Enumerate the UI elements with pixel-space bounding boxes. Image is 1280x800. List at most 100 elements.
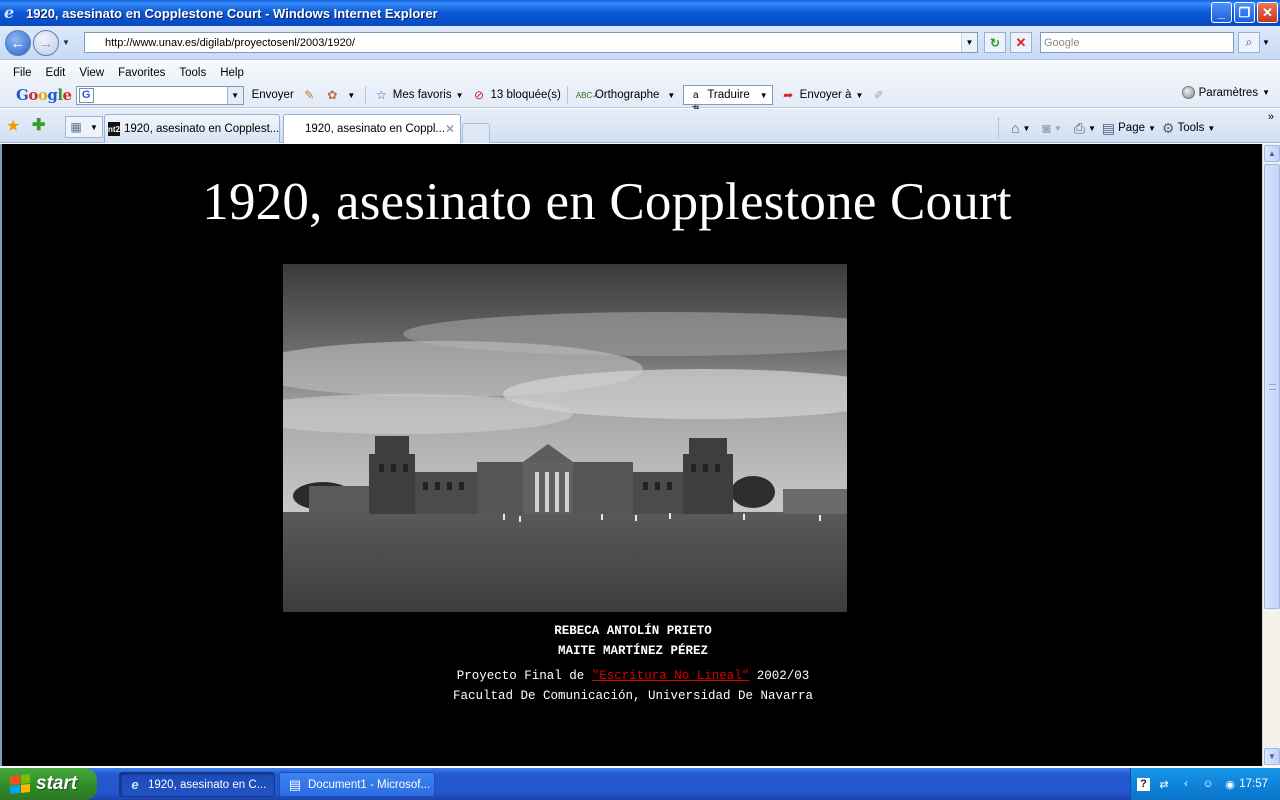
popup-blocker-icon[interactable]: ✿ ▼ <box>325 88 359 103</box>
messenger-icon[interactable]: ☺ <box>1200 776 1216 792</box>
menu-favorites[interactable]: Favorites <box>111 67 172 79</box>
blocked-popups-button[interactable]: ⊘ 13 bloquée(s) <box>472 88 561 103</box>
print-button[interactable]: ⎙ ▼ <box>1074 120 1096 137</box>
spellcheck-button[interactable]: ABC✓ Orthographe ▼ <box>576 88 676 103</box>
toolbars: File Edit View Favorites Tools Help Goog… <box>0 61 1280 116</box>
scroll-down-button[interactable]: ▼ <box>1264 748 1280 765</box>
home-icon: ⌂ <box>1011 120 1020 136</box>
tab-1[interactable]: nt2 1920, asesinato en Copplest... <box>104 114 280 143</box>
windows-flag-icon <box>10 773 30 795</box>
tab-2-label: 1920, asesinato en Coppl... <box>305 123 446 135</box>
scroll-thumb[interactable] <box>1264 164 1280 609</box>
google-search-input[interactable]: G ▼ <box>75 85 244 105</box>
window-controls: _ ❐ ✕ <box>1211 2 1278 23</box>
taskbar: start e 1920, asesinato en C... ▤ Docume… <box>0 768 1280 800</box>
menu-help[interactable]: Help <box>213 67 251 79</box>
title-bar: e 1920, asesinato en Copplestone Court -… <box>0 0 1280 26</box>
home-button[interactable]: ⌂ ▼ <box>1011 120 1030 136</box>
toolbar-separator <box>364 86 366 104</box>
tab-bar: ★ ✚ ▦ ▼ nt2 1920, asesinato en Copplest.… <box>0 109 1280 143</box>
forward-button[interactable]: → <box>33 30 59 56</box>
site-favicon: nt2 <box>108 122 120 136</box>
search-button[interactable]: ⌕ <box>1238 32 1260 53</box>
close-tab-icon[interactable]: ✕ <box>445 122 455 136</box>
refresh-button[interactable]: ↻ <box>984 32 1006 53</box>
search-placeholder: Google <box>1044 36 1080 49</box>
escritura-no-lineal-link[interactable]: "Escritura No Lineal" <box>592 669 750 683</box>
spellcheck-icon: ABC✓ <box>575 90 599 100</box>
page-icon: ▤ <box>1101 119 1116 136</box>
url-text[interactable]: http://www.unav.es/digilab/proyectosenl/… <box>105 37 355 49</box>
window-title: 1920, asesinato en Copplestone Court - W… <box>26 5 438 21</box>
rss-icon: ◙ <box>1042 120 1051 136</box>
quick-tabs-button[interactable]: ▦ ▼ <box>65 116 103 138</box>
taskbar-item-word[interactable]: ▤ Document1 - Microsof... <box>279 772 435 797</box>
tab-2-active[interactable]: 1920, asesinato en Coppl... ✕ <box>283 114 461 143</box>
web-page: 1920, asesinato en Copplestone Court REB… <box>0 144 1280 766</box>
address-bar[interactable]: http://www.unav.es/digilab/proyectosenl/… <box>84 32 978 53</box>
printer-icon: ⎙ <box>1073 119 1085 136</box>
taskbar-item-ie[interactable]: e 1920, asesinato en C... <box>119 772 275 797</box>
command-bar-grip <box>998 118 999 138</box>
pencil-icon[interactable]: ✐ <box>871 88 886 103</box>
add-favorite-icon[interactable]: ✚ <box>32 115 45 135</box>
translate-icon: aあ <box>691 89 701 116</box>
menu-tools[interactable]: Tools <box>172 67 213 79</box>
send-to-button[interactable]: ➦ Envoyer à ▼ <box>781 87 863 103</box>
highlight-icon[interactable]: ✎ <box>302 88 317 103</box>
scroll-up-button[interactable]: ▲ <box>1264 145 1280 162</box>
vertical-scrollbar[interactable]: ▲ ▼ <box>1262 144 1280 766</box>
menu-view[interactable]: View <box>72 67 111 79</box>
search-input[interactable]: Google <box>1040 32 1234 53</box>
network-icon[interactable]: ⇄ <box>1156 776 1172 792</box>
faculty-line: Facultad De Comunicación, Universidad De… <box>452 689 814 703</box>
send-icon: ➦ <box>783 87 794 102</box>
recent-pages-dropdown[interactable]: ▼ <box>62 38 70 47</box>
stop-button[interactable]: ✕ <box>1010 32 1032 53</box>
show-hidden-icons[interactable]: ‹ <box>1178 776 1194 792</box>
word-icon: ▤ <box>288 776 302 792</box>
star-icon: ☆ <box>375 87 387 102</box>
help-icon[interactable]: ? <box>1137 777 1150 791</box>
address-dropdown-icon[interactable]: ▼ <box>961 33 977 52</box>
page-title: 1920, asesinato en Copplestone Court <box>202 173 1012 231</box>
bookmarks-button[interactable]: ☆ Mes favoris ▼ <box>374 88 464 103</box>
security-icon[interactable]: ◉ <box>1222 776 1238 792</box>
tools-menu-button[interactable]: ⚙ Tools ▼ <box>1162 120 1215 137</box>
gear-icon: ⚙ <box>1161 119 1175 136</box>
google-search-dropdown-icon[interactable]: ▼ <box>226 86 243 104</box>
project-line: Proyecto Final de "Escritura No Lineal" … <box>2 669 1264 683</box>
minimize-button[interactable]: _ <box>1211 2 1232 23</box>
settings-button[interactable]: Paramètres ▼ <box>1181 86 1270 99</box>
quick-tabs-icon[interactable]: ▦ <box>66 120 86 134</box>
start-button[interactable]: start <box>0 768 97 800</box>
translate-button[interactable]: aあ Traduire ▼ <box>683 85 773 116</box>
menu-file[interactable]: File <box>6 67 39 79</box>
menu-bar: File Edit View Favorites Tools Help <box>6 63 251 83</box>
google-g-icon[interactable]: G <box>78 87 94 103</box>
new-tab-button[interactable] <box>462 123 490 143</box>
tab-1-label: 1920, asesinato en Copplest... <box>124 123 280 135</box>
close-button[interactable]: ✕ <box>1257 2 1278 23</box>
google-logo[interactable]: Google <box>16 86 72 104</box>
search-options-dropdown[interactable]: ▼ <box>1262 38 1270 47</box>
command-bar: ⌂ ▼ ◙ ▼ ⎙ ▼ ▤ Page ▼ ⚙ Tools ▼ <box>998 117 1215 139</box>
favorites-center-icon[interactable]: ★ <box>6 116 20 136</box>
restore-button[interactable]: ❐ <box>1234 2 1255 23</box>
page-menu-button[interactable]: ▤ Page ▼ <box>1102 120 1156 137</box>
toolbar-separator <box>566 86 568 104</box>
toolbar-overflow-icon[interactable]: » <box>1268 111 1274 123</box>
back-button[interactable]: ← <box>5 30 31 56</box>
author-2: MAITE MARTÍNEZ PÉREZ <box>557 644 709 658</box>
google-search-button[interactable]: Envoyer <box>252 89 294 101</box>
feeds-button[interactable]: ◙ ▼ <box>1042 120 1061 136</box>
clock: 17:57 <box>1239 778 1268 790</box>
google-toolbar: Google G ▼ Envoyer ✎ ✿ ▼ ☆ Mes favoris ▼ ⊘… <box>0 83 1280 116</box>
tab-list-dropdown-icon[interactable]: ▼ <box>90 123 98 132</box>
address-toolbar: ← → ▼ http://www.unav.es/digilab/proyect… <box>0 26 1280 60</box>
system-tray: ? ⇄ ‹ ☺ ◉ 17:57 <box>1130 768 1280 800</box>
settings-icon <box>1181 86 1195 99</box>
manor-photo <box>283 264 847 612</box>
menu-edit[interactable]: Edit <box>39 67 73 79</box>
ie-icon: e <box>4 3 15 22</box>
